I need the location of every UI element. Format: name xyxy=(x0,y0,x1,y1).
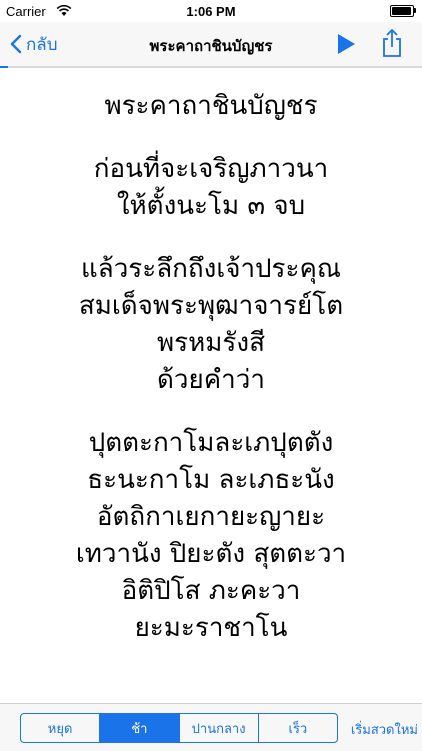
text-line: ให้ตั้งนะโม ๓ จบ xyxy=(116,191,306,221)
text-paragraph: ก่อนที่จะเจริญภาวนา ให้ตั้งนะโม ๓ จบ xyxy=(0,151,422,225)
speed-option-slow[interactable]: ช้า xyxy=(99,714,179,742)
chevron-left-icon xyxy=(10,34,22,54)
status-time: 1:06 PM xyxy=(186,4,236,19)
navigation-bar: กลับ พระคาถาชินบัญชร xyxy=(0,22,422,66)
text-line: ด้วยคำว่า xyxy=(157,365,265,395)
text-line: พรหมรังสี xyxy=(157,328,265,358)
back-label: กลับ xyxy=(26,34,58,55)
speed-option-medium[interactable]: ปานกลาง xyxy=(178,714,258,742)
text-paragraph: พระคาถาชินบัญชร xyxy=(0,88,422,125)
text-line: อิติปิโส ภะคะวา xyxy=(121,576,301,606)
text-line: ยะมะราชาโน xyxy=(134,613,288,643)
speed-option-stop[interactable]: หยุด xyxy=(21,714,99,742)
reading-progress-bar xyxy=(0,66,422,68)
chant-text-area: พระคาถาชินบัญชร ก่อนที่จะเจริญภาวนา ให้ต… xyxy=(0,88,422,703)
text-line: ธะนะกาโม ละเภธะนัง xyxy=(87,465,335,495)
text-line: ปุตตะกาโมละเภปุตตัง xyxy=(88,428,334,458)
text-line: เทวานัง ปิยะตัง สุตตะวา xyxy=(75,539,347,569)
bottom-toolbar: หยุด ช้า ปานกลาง เร็ว เริ่มสวดใหม่ xyxy=(0,703,422,751)
restart-chant-button[interactable]: เริ่มสวดใหม่ xyxy=(351,719,418,740)
text-line: ก่อนที่จะเจริญภาวนา xyxy=(93,154,329,184)
text-line: สมเด็จพระพุฒาจารย์โต xyxy=(78,291,344,321)
text-paragraph: ปุตตะกาโมละเภปุตตัง ธะนะกาโม ละเภธะนัง อ… xyxy=(0,425,422,647)
speed-segmented-control: หยุด ช้า ปานกลาง เร็ว xyxy=(20,713,338,743)
text-paragraph: แล้วระลึกถึงเจ้าประคุณ สมเด็จพระพุฒาจารย… xyxy=(0,251,422,399)
text-line: พระคาถาชินบัญชร xyxy=(104,91,318,121)
battery-icon xyxy=(390,5,416,17)
back-button[interactable]: กลับ xyxy=(10,32,58,56)
text-line: แล้วระลึกถึงเจ้าประคุณ xyxy=(81,254,341,284)
page-title: พระคาถาชินบัญชร xyxy=(149,37,273,55)
reading-progress-fill xyxy=(0,66,9,68)
text-line: อัตถิกาเยกายะญายะ xyxy=(96,502,326,532)
share-icon[interactable] xyxy=(380,28,404,58)
status-bar: Carrier 1:06 PM xyxy=(0,0,422,22)
speed-option-fast[interactable]: เร็ว xyxy=(257,714,337,742)
play-icon[interactable] xyxy=(336,33,356,55)
